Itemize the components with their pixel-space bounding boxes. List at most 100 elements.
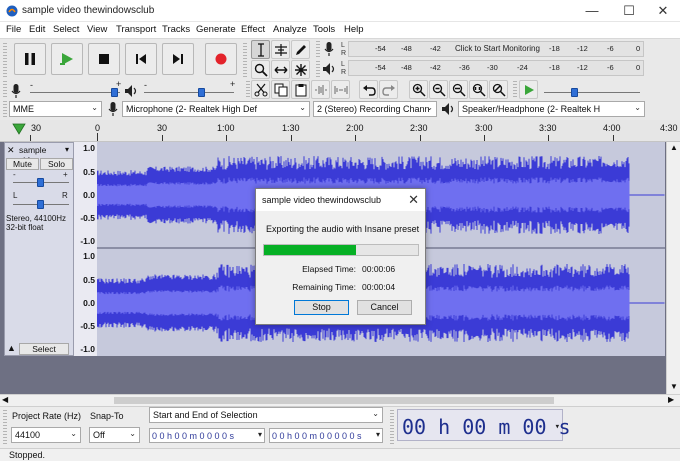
trim-button[interactable] bbox=[311, 80, 330, 99]
zoom-out-button[interactable] bbox=[429, 80, 448, 99]
scroll-down-icon[interactable]: ▼ bbox=[670, 382, 678, 391]
playback-volume-minus: - bbox=[144, 80, 147, 90]
track-control-panel[interactable]: ✕ sample video ▾ Mute Solo - + L R Stere… bbox=[4, 142, 74, 356]
scroll-right-icon[interactable]: ▶ bbox=[668, 395, 674, 404]
selection-end-time[interactable]: 0 0 h 0 0 m 0 0 0 0 0 s ▾ bbox=[269, 428, 383, 443]
minimize-button[interactable]: — bbox=[575, 2, 609, 20]
playback-volume-thumb[interactable] bbox=[198, 88, 205, 97]
snap-to-select[interactable]: Off ⌄ bbox=[89, 427, 140, 443]
remaining-time-label: Remaining Time: bbox=[292, 282, 356, 292]
toolbar-grip[interactable] bbox=[3, 101, 7, 118]
maximize-button[interactable]: ☐ bbox=[612, 2, 646, 20]
toolbar-grip[interactable] bbox=[243, 43, 247, 79]
timeline-ruler[interactable]: 30 0 30 1:00 1:30 2:00 2:30 3:00 3:30 4:… bbox=[0, 120, 680, 142]
horizontal-scroll-thumb[interactable] bbox=[114, 397, 554, 404]
mute-button[interactable]: Mute bbox=[6, 158, 39, 170]
toolbar-grip[interactable] bbox=[3, 81, 7, 99]
track-name-menu[interactable]: sample video ▾ bbox=[19, 145, 69, 165]
fit-project-button[interactable] bbox=[469, 80, 488, 99]
audio-position-display[interactable]: 00 h 00 m 00 s ▾ bbox=[397, 409, 571, 441]
menu-analyze[interactable]: Analyze bbox=[273, 24, 307, 35]
selection-mode-select[interactable]: Start and End of Selection ⌄ bbox=[149, 407, 383, 423]
solo-button[interactable]: Solo bbox=[40, 158, 73, 170]
meter-tick: 0 bbox=[636, 63, 641, 72]
multi-tool-button[interactable] bbox=[291, 60, 310, 79]
silence-button[interactable] bbox=[331, 80, 350, 99]
menu-generate[interactable]: Generate bbox=[196, 24, 236, 35]
timeline-tick bbox=[355, 135, 356, 141]
toolbar-grip[interactable] bbox=[3, 410, 7, 446]
pin-playhead-icon[interactable] bbox=[12, 123, 26, 135]
audio-host-select[interactable]: MME ⌄ bbox=[9, 101, 102, 117]
menu-help[interactable]: Help bbox=[344, 24, 364, 35]
envelope-tool-button[interactable] bbox=[271, 40, 290, 59]
menu-file[interactable]: File bbox=[6, 24, 21, 35]
project-rate-select[interactable]: 44100 ⌄ bbox=[11, 427, 81, 443]
copy-button[interactable] bbox=[271, 80, 290, 99]
timeline-label: 0 bbox=[95, 123, 101, 133]
selection-start-time[interactable]: 0 0 h 0 0 m 0 0 0 0 s ▾ bbox=[149, 428, 265, 443]
recording-channels-select[interactable]: 2 (Stereo) Recording Chann ⌄ bbox=[313, 101, 437, 117]
track-gain-thumb[interactable] bbox=[37, 178, 44, 187]
zoom-tool-button[interactable] bbox=[251, 60, 270, 79]
record-button[interactable] bbox=[205, 43, 237, 75]
menu-edit[interactable]: Edit bbox=[29, 24, 45, 35]
zoom-toggle-button[interactable] bbox=[489, 80, 508, 99]
playback-speed-slider[interactable] bbox=[544, 92, 640, 93]
stop-button[interactable] bbox=[88, 43, 120, 75]
menu-select[interactable]: Select bbox=[53, 24, 79, 35]
time-shift-tool-button[interactable] bbox=[271, 60, 290, 79]
toolbar-grip[interactable] bbox=[316, 41, 320, 57]
horizontal-scrollbar[interactable]: ◀ ▶ bbox=[0, 394, 680, 406]
export-progress-dialog[interactable]: sample video thewindowsclub ✕ Exporting … bbox=[255, 188, 426, 325]
toolbar-grip[interactable] bbox=[390, 410, 394, 446]
playback-volume-slider[interactable] bbox=[144, 92, 234, 93]
play-at-speed-button[interactable] bbox=[519, 80, 538, 99]
menu-effect[interactable]: Effect bbox=[241, 24, 265, 35]
scale-label: -1.0 bbox=[80, 236, 95, 246]
export-stop-button[interactable]: Stop bbox=[294, 300, 349, 315]
undo-button[interactable] bbox=[359, 80, 378, 99]
menu-transport[interactable]: Transport bbox=[116, 24, 156, 35]
scroll-left-icon[interactable]: ◀ bbox=[2, 395, 8, 404]
export-cancel-button[interactable]: Cancel bbox=[357, 300, 412, 315]
recording-volume-thumb[interactable] bbox=[111, 88, 118, 97]
redo-button[interactable] bbox=[379, 80, 398, 99]
draw-tool-button[interactable] bbox=[291, 40, 310, 59]
recording-device-select[interactable]: Microphone (2- Realtek High Def ⌄ bbox=[122, 101, 310, 117]
track-select-button[interactable]: Select bbox=[19, 343, 69, 355]
meter-monitoring-message[interactable]: Click to Start Monitoring bbox=[455, 44, 540, 53]
toolbar-grip[interactable] bbox=[316, 61, 320, 77]
toolbar-grip[interactable] bbox=[513, 81, 517, 99]
paste-button[interactable] bbox=[291, 80, 310, 99]
skip-to-start-button[interactable] bbox=[125, 43, 157, 75]
selection-end-value: 0 0 h 0 0 m 0 0 0 0 0 s bbox=[272, 431, 362, 441]
recording-volume-plus: + bbox=[116, 79, 122, 89]
playback-device-select[interactable]: Speaker/Headphone (2- Realtek H ⌄ bbox=[458, 101, 645, 117]
close-window-button[interactable]: ✕ bbox=[646, 2, 680, 20]
skip-to-end-button[interactable] bbox=[162, 43, 194, 75]
track-pan-thumb[interactable] bbox=[37, 200, 44, 209]
dialog-close-button[interactable]: ✕ bbox=[408, 192, 419, 208]
playback-speed-thumb[interactable] bbox=[571, 88, 578, 97]
menu-tracks[interactable]: Tracks bbox=[162, 24, 190, 35]
toolbar-grip[interactable] bbox=[246, 81, 250, 99]
play-button[interactable] bbox=[51, 43, 83, 75]
playback-meter[interactable]: -54 -48 -42 -36 -30 -24 -18 -12 -6 0 bbox=[348, 60, 644, 76]
recording-meter[interactable]: -54 -48 -42 Click to Start Monitoring -1… bbox=[348, 41, 644, 57]
playback-device-value: Speaker/Headphone (2- Realtek H bbox=[462, 104, 601, 114]
collapse-track-icon[interactable]: ▲ bbox=[7, 343, 16, 353]
scroll-up-icon[interactable]: ▲ bbox=[670, 143, 678, 152]
toolbar-grip[interactable] bbox=[3, 43, 7, 79]
recording-volume-slider[interactable] bbox=[30, 92, 120, 93]
timeline-tick bbox=[420, 135, 421, 141]
fit-selection-button[interactable] bbox=[449, 80, 468, 99]
selection-tool-button[interactable] bbox=[251, 40, 270, 59]
menu-view[interactable]: View bbox=[87, 24, 107, 35]
pause-button[interactable] bbox=[14, 43, 46, 75]
menu-tools[interactable]: Tools bbox=[313, 24, 335, 35]
track-close-button[interactable]: ✕ bbox=[7, 145, 15, 156]
vertical-scrollbar[interactable]: ▲ ▼ bbox=[666, 142, 680, 394]
cut-button[interactable] bbox=[251, 80, 270, 99]
zoom-in-button[interactable] bbox=[409, 80, 428, 99]
